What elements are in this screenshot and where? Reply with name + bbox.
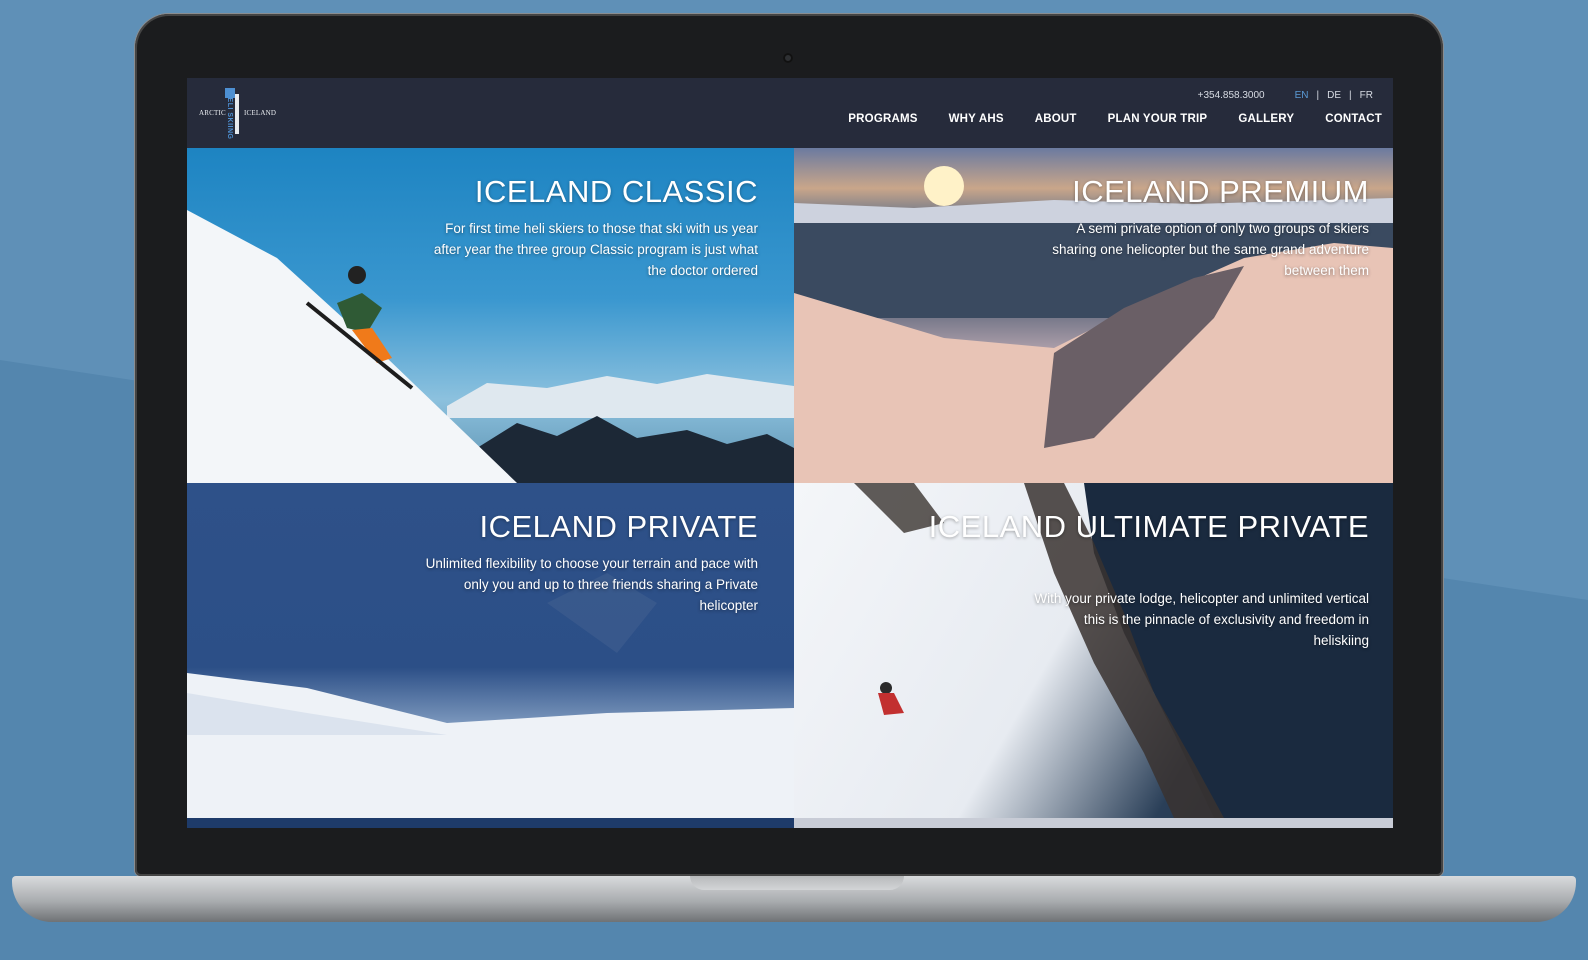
- nav-programs[interactable]: PROGRAMS: [848, 113, 917, 125]
- lang-fr[interactable]: FR: [1352, 90, 1381, 101]
- program-description: For first time heli skiers to those that…: [433, 221, 758, 278]
- program-title: ICELAND CLASSIC: [474, 174, 758, 209]
- program-title: ICELAND PREMIUM: [1072, 174, 1369, 209]
- nav-gallery[interactable]: GALLERY: [1238, 113, 1294, 125]
- footer-strip-right: [794, 818, 1393, 828]
- program-title: ICELAND ULTIMATE PRIVATE: [928, 509, 1369, 544]
- phone-number[interactable]: +354.858.3000: [1198, 90, 1265, 101]
- nav-contact[interactable]: CONTACT: [1325, 113, 1382, 125]
- lang-en[interactable]: EN: [1287, 90, 1317, 101]
- main-nav: PROGRAMS WHY AHS ABOUT PLAN YOUR TRIP GA…: [848, 113, 1382, 125]
- lang-de[interactable]: DE: [1319, 90, 1349, 101]
- program-tile-ultimate-private[interactable]: ICELAND ULTIMATE PRIVATE With your priva…: [794, 483, 1393, 818]
- program-description: Unlimited flexibility to choose your ter…: [425, 556, 758, 613]
- program-description: With your private lodge, helicopter and …: [1034, 591, 1369, 648]
- program-tile-classic[interactable]: ICELAND CLASSIC For first time heli skie…: [187, 148, 794, 483]
- camera-icon: [783, 53, 793, 63]
- program-title: ICELAND PRIVATE: [479, 509, 758, 544]
- utility-bar: +354.858.3000 EN | DE | FR: [1198, 90, 1381, 101]
- logo-text-right: ICELAND: [244, 109, 277, 117]
- program-description: A semi private option of only two groups…: [1052, 221, 1369, 278]
- laptop-notch: [690, 876, 904, 890]
- program-tile-private[interactable]: ICELAND PRIVATE Unlimited flexibility to…: [187, 483, 794, 818]
- site-header: ARCTIC HELI SKIING ICELAND +354.858.3000…: [187, 78, 1393, 148]
- site-logo[interactable]: ARCTIC HELI SKIING ICELAND: [199, 88, 279, 140]
- logo-text-vertical: HELI SKIING: [226, 92, 233, 140]
- nav-plan-your-trip[interactable]: PLAN YOUR TRIP: [1108, 113, 1208, 125]
- logo-text-left: ARCTIC: [199, 109, 226, 117]
- website-screen: ARCTIC HELI SKIING ICELAND +354.858.3000…: [187, 78, 1393, 828]
- program-tile-premium[interactable]: ICELAND PREMIUM A semi private option of…: [794, 148, 1393, 483]
- nav-about[interactable]: ABOUT: [1035, 113, 1077, 125]
- nav-why-ahs[interactable]: WHY AHS: [949, 113, 1004, 125]
